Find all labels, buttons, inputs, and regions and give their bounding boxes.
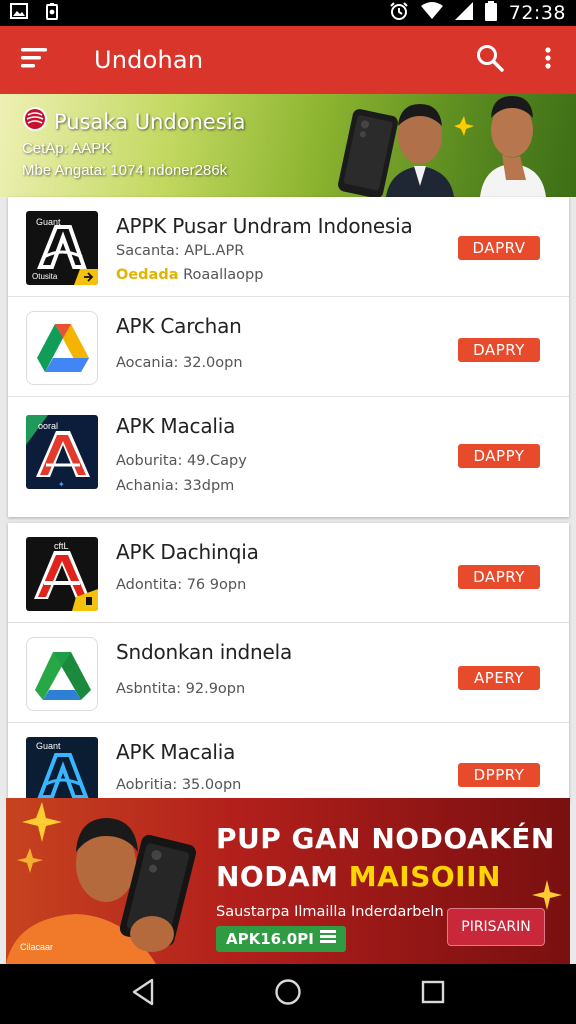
app-list-item[interactable]: cftL APK Dachinqia Adontita: 76 9opn DAP…: [8, 523, 569, 623]
battery-alert-icon: [44, 2, 60, 25]
green-triangle-icon: [26, 637, 98, 711]
menu-button[interactable]: [0, 26, 70, 94]
ad-cta-button[interactable]: PIRISARIN: [447, 908, 545, 946]
ad-headline-line-1: PUP GAN NODOAKÉN: [216, 822, 555, 855]
app-meta: Aocania: 32.0opn: [116, 355, 243, 371]
ad-banner[interactable]: Cilacaar PUP GAN NODOAKÉN NODAM MAISOIIN…: [6, 798, 570, 964]
home-icon: [274, 978, 302, 1011]
app-list-item[interactable]: Guant APK Macalia Aobritia: 35.0opn DPPR…: [8, 723, 569, 803]
promo-banner[interactable]: Pusaka Undonesia CetAp: AAPK Mbe Angata:…: [0, 94, 576, 197]
status-time: 72:38: [508, 2, 566, 24]
app-name: APK Macalia: [116, 740, 236, 764]
back-icon: [130, 978, 156, 1011]
stylized-a-icon-blue: Guant: [26, 737, 98, 803]
download-button[interactable]: DAPRY: [458, 338, 540, 362]
app-list-card-1: Guant Otusita APPK Pusar Undram Indonesi…: [8, 197, 569, 517]
image-icon: [10, 2, 28, 24]
app-meta-text: Roaallaopp: [183, 267, 264, 283]
svg-text:Guant: Guant: [36, 741, 61, 751]
app-meta-secondary: Oedada Roaallaopp: [116, 267, 263, 283]
stack-icon: [319, 930, 336, 948]
download-button[interactable]: DAPRY: [458, 565, 540, 589]
app-meta: Aoburita: 49.Capy: [116, 453, 247, 469]
app-meta-secondary: Achania: 33dpm: [116, 478, 235, 494]
app-meta: Aobritia: 35.0opn: [116, 777, 242, 793]
ad-person-illustration: Cilacaar: [6, 798, 216, 964]
stylized-a-icon-red: ooral ✦: [26, 415, 98, 489]
wifi-icon: [420, 1, 443, 25]
sparkle-icon: [532, 880, 562, 910]
app-list-item[interactable]: APK Carchan Aocania: 32.0opn DAPRY: [8, 297, 569, 397]
svg-text:✦: ✦: [58, 480, 65, 489]
recents-button[interactable]: [403, 964, 463, 1024]
stylized-a-icon-black: Guant Otusita: [26, 211, 98, 285]
status-left: [10, 2, 60, 25]
ad-subtitle: Saustarpa Ilmailla Inderdarbeln: [216, 904, 444, 920]
search-icon: [476, 44, 504, 77]
app-name: APPK Pusar Undram Indonesia: [116, 214, 413, 238]
status-bar: 72:38: [0, 0, 576, 26]
ad-headline: PUP GAN NODOAKÉN NODAM MAISOIIN: [216, 820, 555, 896]
svg-text:Cilacaar: Cilacaar: [20, 942, 53, 952]
status-right: 72:38: [389, 0, 566, 26]
app-list-item[interactable]: ooral ✦ APK Macalia Aoburita: 49.Capy Ac…: [8, 397, 569, 497]
recents-icon: [421, 980, 445, 1009]
svg-text:cftL: cftL: [54, 541, 69, 551]
app-bar: Undohan: [0, 26, 576, 94]
app-name: Sndonkan indnela: [116, 640, 293, 664]
ad-version-badge: APK16.0PI: [216, 926, 346, 952]
stylized-a-icon-red-black: cftL: [26, 537, 98, 611]
brand-logo-icon: [22, 106, 48, 137]
promo-line-1: CetAp: AAPK: [22, 140, 112, 157]
promo-people-illustration: [320, 94, 576, 197]
app-bar-actions: [460, 26, 576, 94]
app-list-item[interactable]: Guant Otusita APPK Pusar Undram Indonesi…: [8, 197, 569, 297]
cellular-icon: [454, 1, 473, 25]
menu-icon: [21, 47, 49, 74]
battery-icon: [484, 0, 497, 26]
app-meta: Adontita: 76 9opn: [116, 577, 247, 593]
app-meta: Sacanta: APL.APR: [116, 243, 245, 259]
download-button[interactable]: DPPRY: [458, 763, 540, 787]
download-button[interactable]: DAPPY: [458, 444, 540, 468]
promo-title: Pusaka Undonesia: [54, 109, 246, 134]
drive-triangle-icon: [26, 311, 98, 385]
svg-text:Otusita: Otusita: [32, 272, 58, 281]
app-meta-highlight: Oedada: [116, 267, 179, 283]
download-button[interactable]: DAPRV: [458, 236, 540, 260]
download-button[interactable]: APERY: [458, 666, 540, 690]
app-name: APK Carchan: [116, 314, 242, 338]
promo-brand: Pusaka Undonesia: [22, 106, 245, 137]
ad-headline-highlight: MAISOIIN: [348, 860, 501, 893]
app-title: Undohan: [94, 46, 204, 74]
ad-version-text: APK16.0PI: [226, 930, 314, 948]
svg-text:ooral: ooral: [38, 421, 58, 431]
alarm-icon: [389, 1, 409, 26]
app-list-card-2: cftL APK Dachinqia Adontita: 76 9opn DAP…: [8, 523, 569, 803]
app-root: 72:38 Undohan Pusaka Undonesia CetAp: AA…: [0, 0, 576, 1024]
home-button[interactable]: [258, 964, 318, 1024]
promo-line-2: Mbe Angata: 1074 ndoner286k: [22, 162, 228, 179]
app-name: APK Dachinqia: [116, 540, 259, 564]
app-name: APK Macalia: [116, 414, 236, 438]
back-button[interactable]: [113, 964, 173, 1024]
search-button[interactable]: [460, 26, 520, 94]
app-list-item[interactable]: Sndonkan indnela Asbntita: 92.9opn APERY: [8, 623, 569, 723]
more-options-button[interactable]: [520, 26, 576, 94]
app-meta: Asbntita: 92.9opn: [116, 681, 246, 697]
navigation-bar: [0, 964, 576, 1024]
ad-headline-text: NODAM: [216, 860, 349, 893]
more-vert-icon: [544, 46, 552, 75]
ad-headline-line-2: NODAM MAISOIIN: [216, 858, 555, 896]
